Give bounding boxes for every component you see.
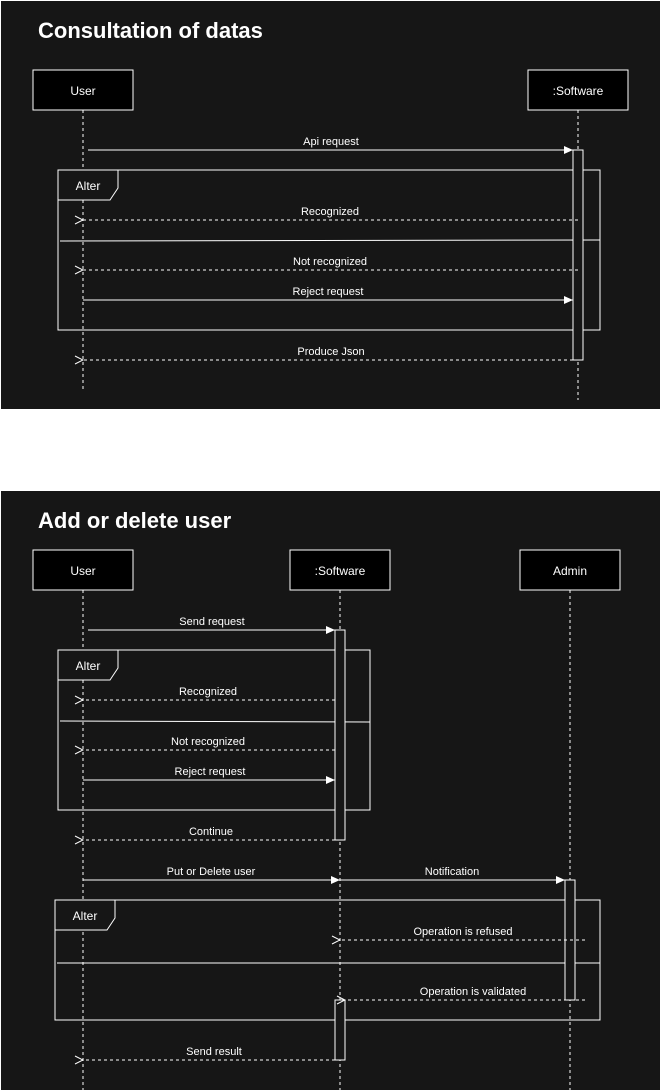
diagram-consultation-of-datas: Consultation of datas User :Software Alt… (0, 0, 661, 410)
message-label: Not recognized (293, 256, 367, 268)
actor-user[interactable]: User (32, 69, 134, 111)
actor-admin[interactable]: Admin (519, 549, 621, 591)
message-label: Reject request (293, 286, 364, 298)
actor-label: User (70, 564, 95, 578)
actor-label: Admin (553, 564, 587, 578)
message-label: Api request (303, 136, 359, 148)
frame-label: Alter (76, 659, 101, 673)
actor-label: :Software (553, 84, 604, 98)
diagram-title: Consultation of datas (38, 18, 263, 43)
diagram-title: Add or delete user (38, 508, 232, 533)
message-label: Recognized (301, 206, 359, 218)
actor-user[interactable]: User (32, 549, 134, 591)
frame-label: Alter (76, 179, 101, 193)
actor-software[interactable]: :Software (527, 69, 629, 111)
message-label: Produce Json (297, 346, 364, 358)
actor-label: User (70, 84, 95, 98)
message-label: Operation is refused (413, 926, 512, 938)
activation-bar (334, 999, 346, 1061)
message-label: Send result (186, 1046, 242, 1058)
message-label: Recognized (179, 686, 237, 698)
actor-label: :Software (315, 564, 366, 578)
message-label: Notification (425, 866, 479, 878)
activation-bar (572, 149, 584, 361)
actor-software[interactable]: :Software (289, 549, 391, 591)
message-label: Send request (179, 616, 244, 628)
message-label: Not recognized (171, 736, 245, 748)
diagram-add-or-delete-user: Add or delete user User :Software Admin … (0, 490, 661, 1091)
message-label: Put or Delete user (167, 866, 256, 878)
sequence-diagrams: Consultation of datas User :Software Alt… (0, 0, 661, 1091)
message-label: Reject request (175, 766, 246, 778)
message-label: Operation is validated (420, 986, 526, 998)
activation-bar (334, 629, 346, 841)
message-label: Continue (189, 826, 233, 838)
frame-label: Alter (73, 909, 98, 923)
